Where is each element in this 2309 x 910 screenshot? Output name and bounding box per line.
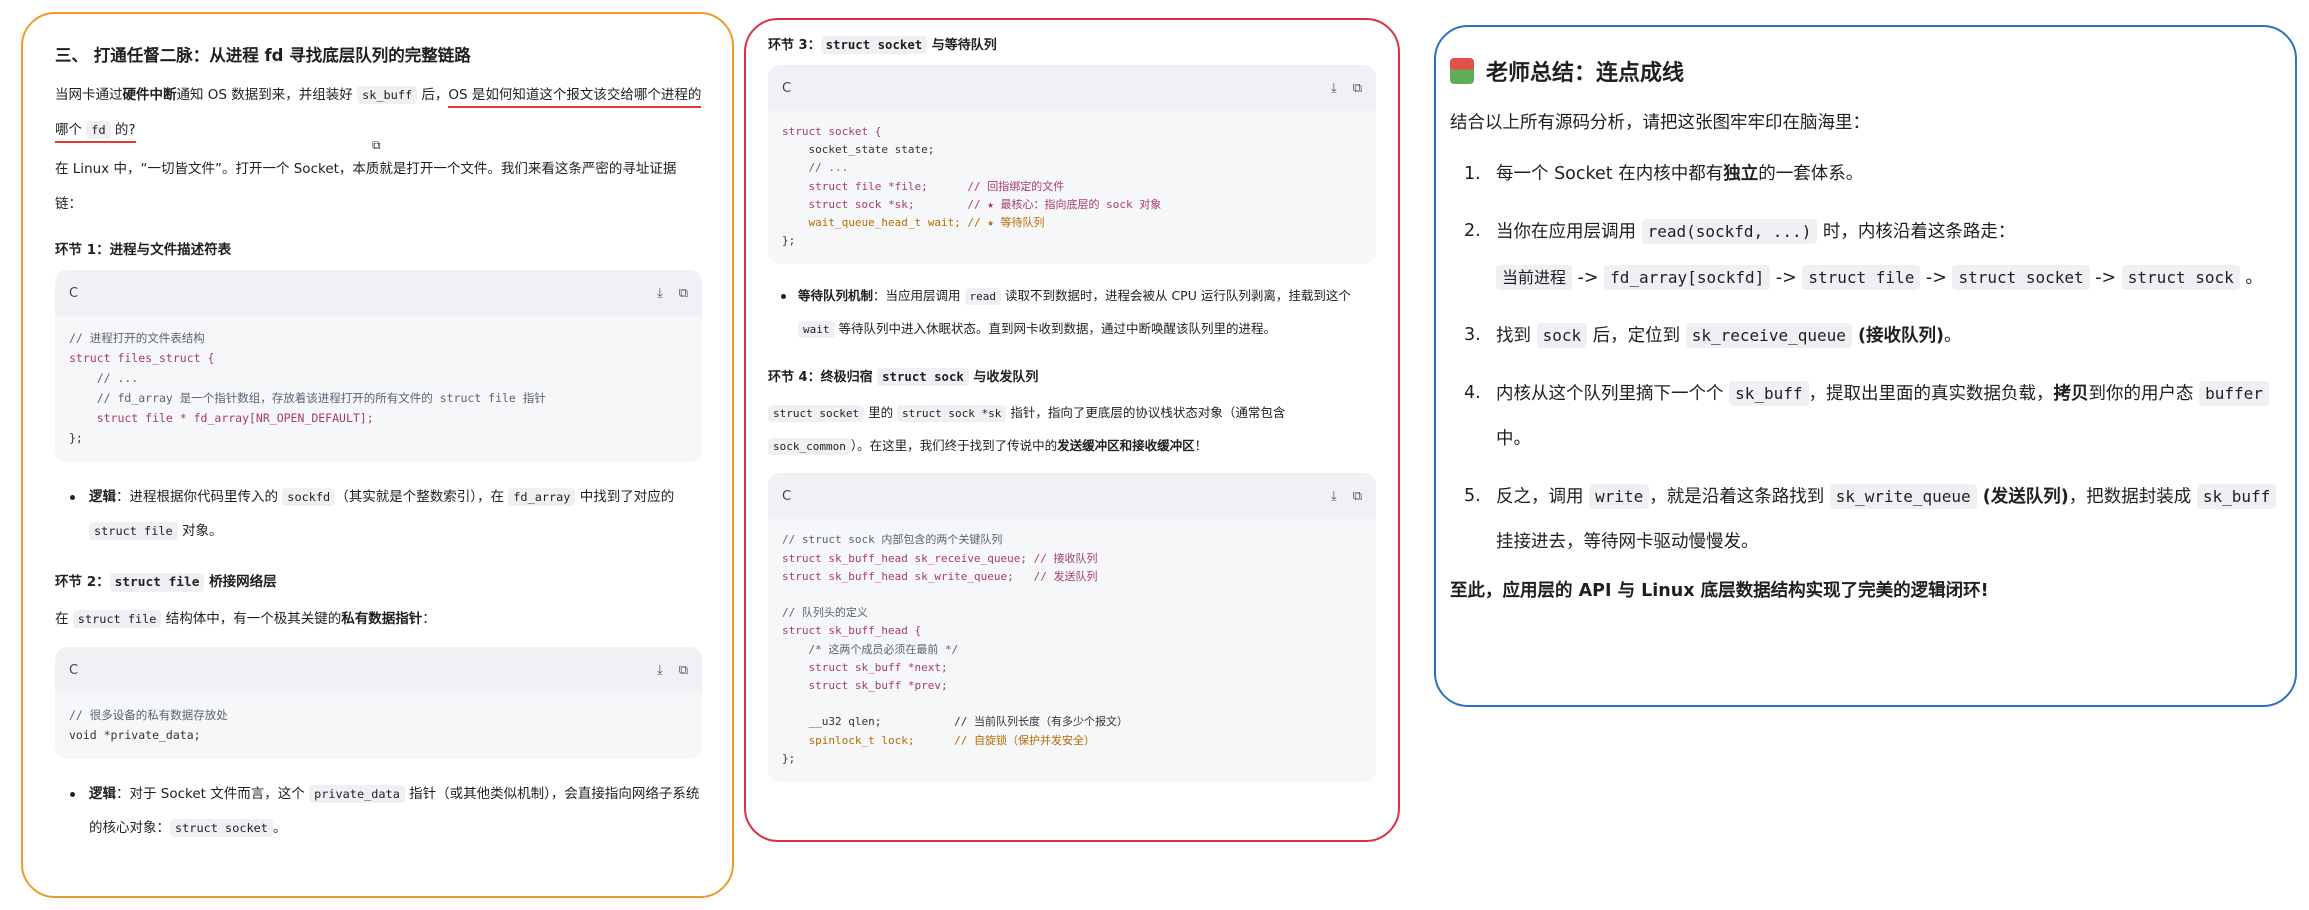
list-item: 逻辑：对于 Socket 文件而言，这个 private_data 指针（或其他… [55, 777, 702, 845]
chalkboard-icon [1450, 58, 1474, 84]
paragraph: 在 struct file 结构体中，有一个极其关键的私有数据指针： [55, 610, 436, 628]
download-icon[interactable]: ⤓ [657, 286, 663, 301]
list-item: 逻辑：进程根据你代码里传入的 sockfd （其实就是个整数索引），在 fd_ar… [55, 480, 702, 548]
panel-teacher-summary: 老师总结：连点成线 结合以上所有源码分析，请把这张图牢牢印在脑海里： 1. 每一个… [1434, 25, 2297, 707]
subsection-title: 环节 4：终极归宿 struct sock 与收发队列 [768, 368, 1039, 387]
summary-conclusion: 至此，应用层的 API 与 Linux 底层数据结构实现了完美的逻辑闭环! [1450, 581, 1989, 601]
download-icon[interactable]: ⤓ [1331, 81, 1337, 96]
subsection-title: 环节 2： struct file 桥接网络层 [55, 573, 277, 592]
code-content: // 很多设备的私有数据存放处 void *private_data; [55, 693, 702, 759]
panel-fd-chain: 三、 打通任督二脉：从进程 fd 寻找底层队列的完整链路 当网卡通过硬件中断通知… [21, 12, 734, 898]
list-item: 等待队列机制：当应用层调用 read 读取不到数据时，进程会被从 CPU 运行队… [768, 280, 1376, 346]
code-language: C [782, 80, 792, 96]
summary-title: 老师总结：连点成线 [1450, 55, 2285, 87]
copy-icon[interactable]: ⧉ [679, 663, 688, 678]
code-block: C ⤓ ⧉ // 进程打开的文件表结构 struct files_struct { … [55, 270, 702, 462]
list-item: 4. 内核从这个队列里摘下一个个 sk_buff ，提取出里面的真实数据负载，拷贝到… [1464, 371, 2285, 462]
subsection-title: 环节 3： struct socket 与等待队列 [768, 36, 997, 54]
section-title: 三、 打通任督二脉：从进程 fd 寻找底层队列的完整链路 [55, 46, 471, 65]
code-language: C [69, 285, 79, 301]
code-block: C ⤓ ⧉ // 很多设备的私有数据存放处 void *private_data; [55, 647, 702, 759]
code-content: struct socket { socket_state state; // .… [768, 111, 1376, 265]
list-item: 2. 当你在应用层调用 read(sockfd, ...) 时，内核沿着这条路走：… [1464, 219, 2263, 290]
intro-paragraph-2: 在 Linux 中，“一切皆文件”。打开一个 Socket，本质就是打开一个文件… [55, 161, 677, 212]
download-icon[interactable]: ⤓ [1331, 489, 1337, 504]
code-language: C [69, 662, 79, 678]
subsection-title: 环节 1：进程与文件描述符表 [55, 242, 232, 258]
copy-icon[interactable]: ⧉ [679, 286, 688, 301]
copy-icon[interactable]: ⧉ [372, 138, 381, 153]
list-item: 1. 每一个 Socket 在内核中都有独立的一套体系。 [1464, 164, 1864, 184]
list-item: 3. 找到 sock 后，定位到 sk_receive_queue (接收队列)。 [1464, 323, 1962, 348]
code-block: C ⤓ ⧉ struct socket { socket_state state; … [768, 65, 1376, 265]
panel-socket-queues: 环节 3： struct socket 与等待队列 C ⤓ ⧉ struct sock… [744, 18, 1400, 842]
summary-intro: 结合以上所有源码分析，请把这张图牢牢印在脑海里： [1450, 113, 1870, 133]
download-icon[interactable]: ⤓ [657, 663, 663, 678]
paragraph: struct socket 里的 struct sock *sk 指针，指向了更… [768, 397, 1376, 463]
code-block: C ⤓ ⧉ // struct sock 内部包含的两个关键队列 struct sk… [768, 473, 1376, 783]
code-content: // struct sock 内部包含的两个关键队列 struct sk_buf… [768, 519, 1376, 783]
copy-icon[interactable]: ⧉ [1353, 81, 1362, 96]
code-language: C [782, 488, 792, 504]
list-item: 5. 反之，调用 write ，就是沿着这条路找到 sk_write_queue (… [1464, 474, 2285, 565]
code-content: // 进程打开的文件表结构 struct files_struct { // .… [55, 316, 702, 462]
copy-icon[interactable]: ⧉ [1353, 489, 1362, 504]
